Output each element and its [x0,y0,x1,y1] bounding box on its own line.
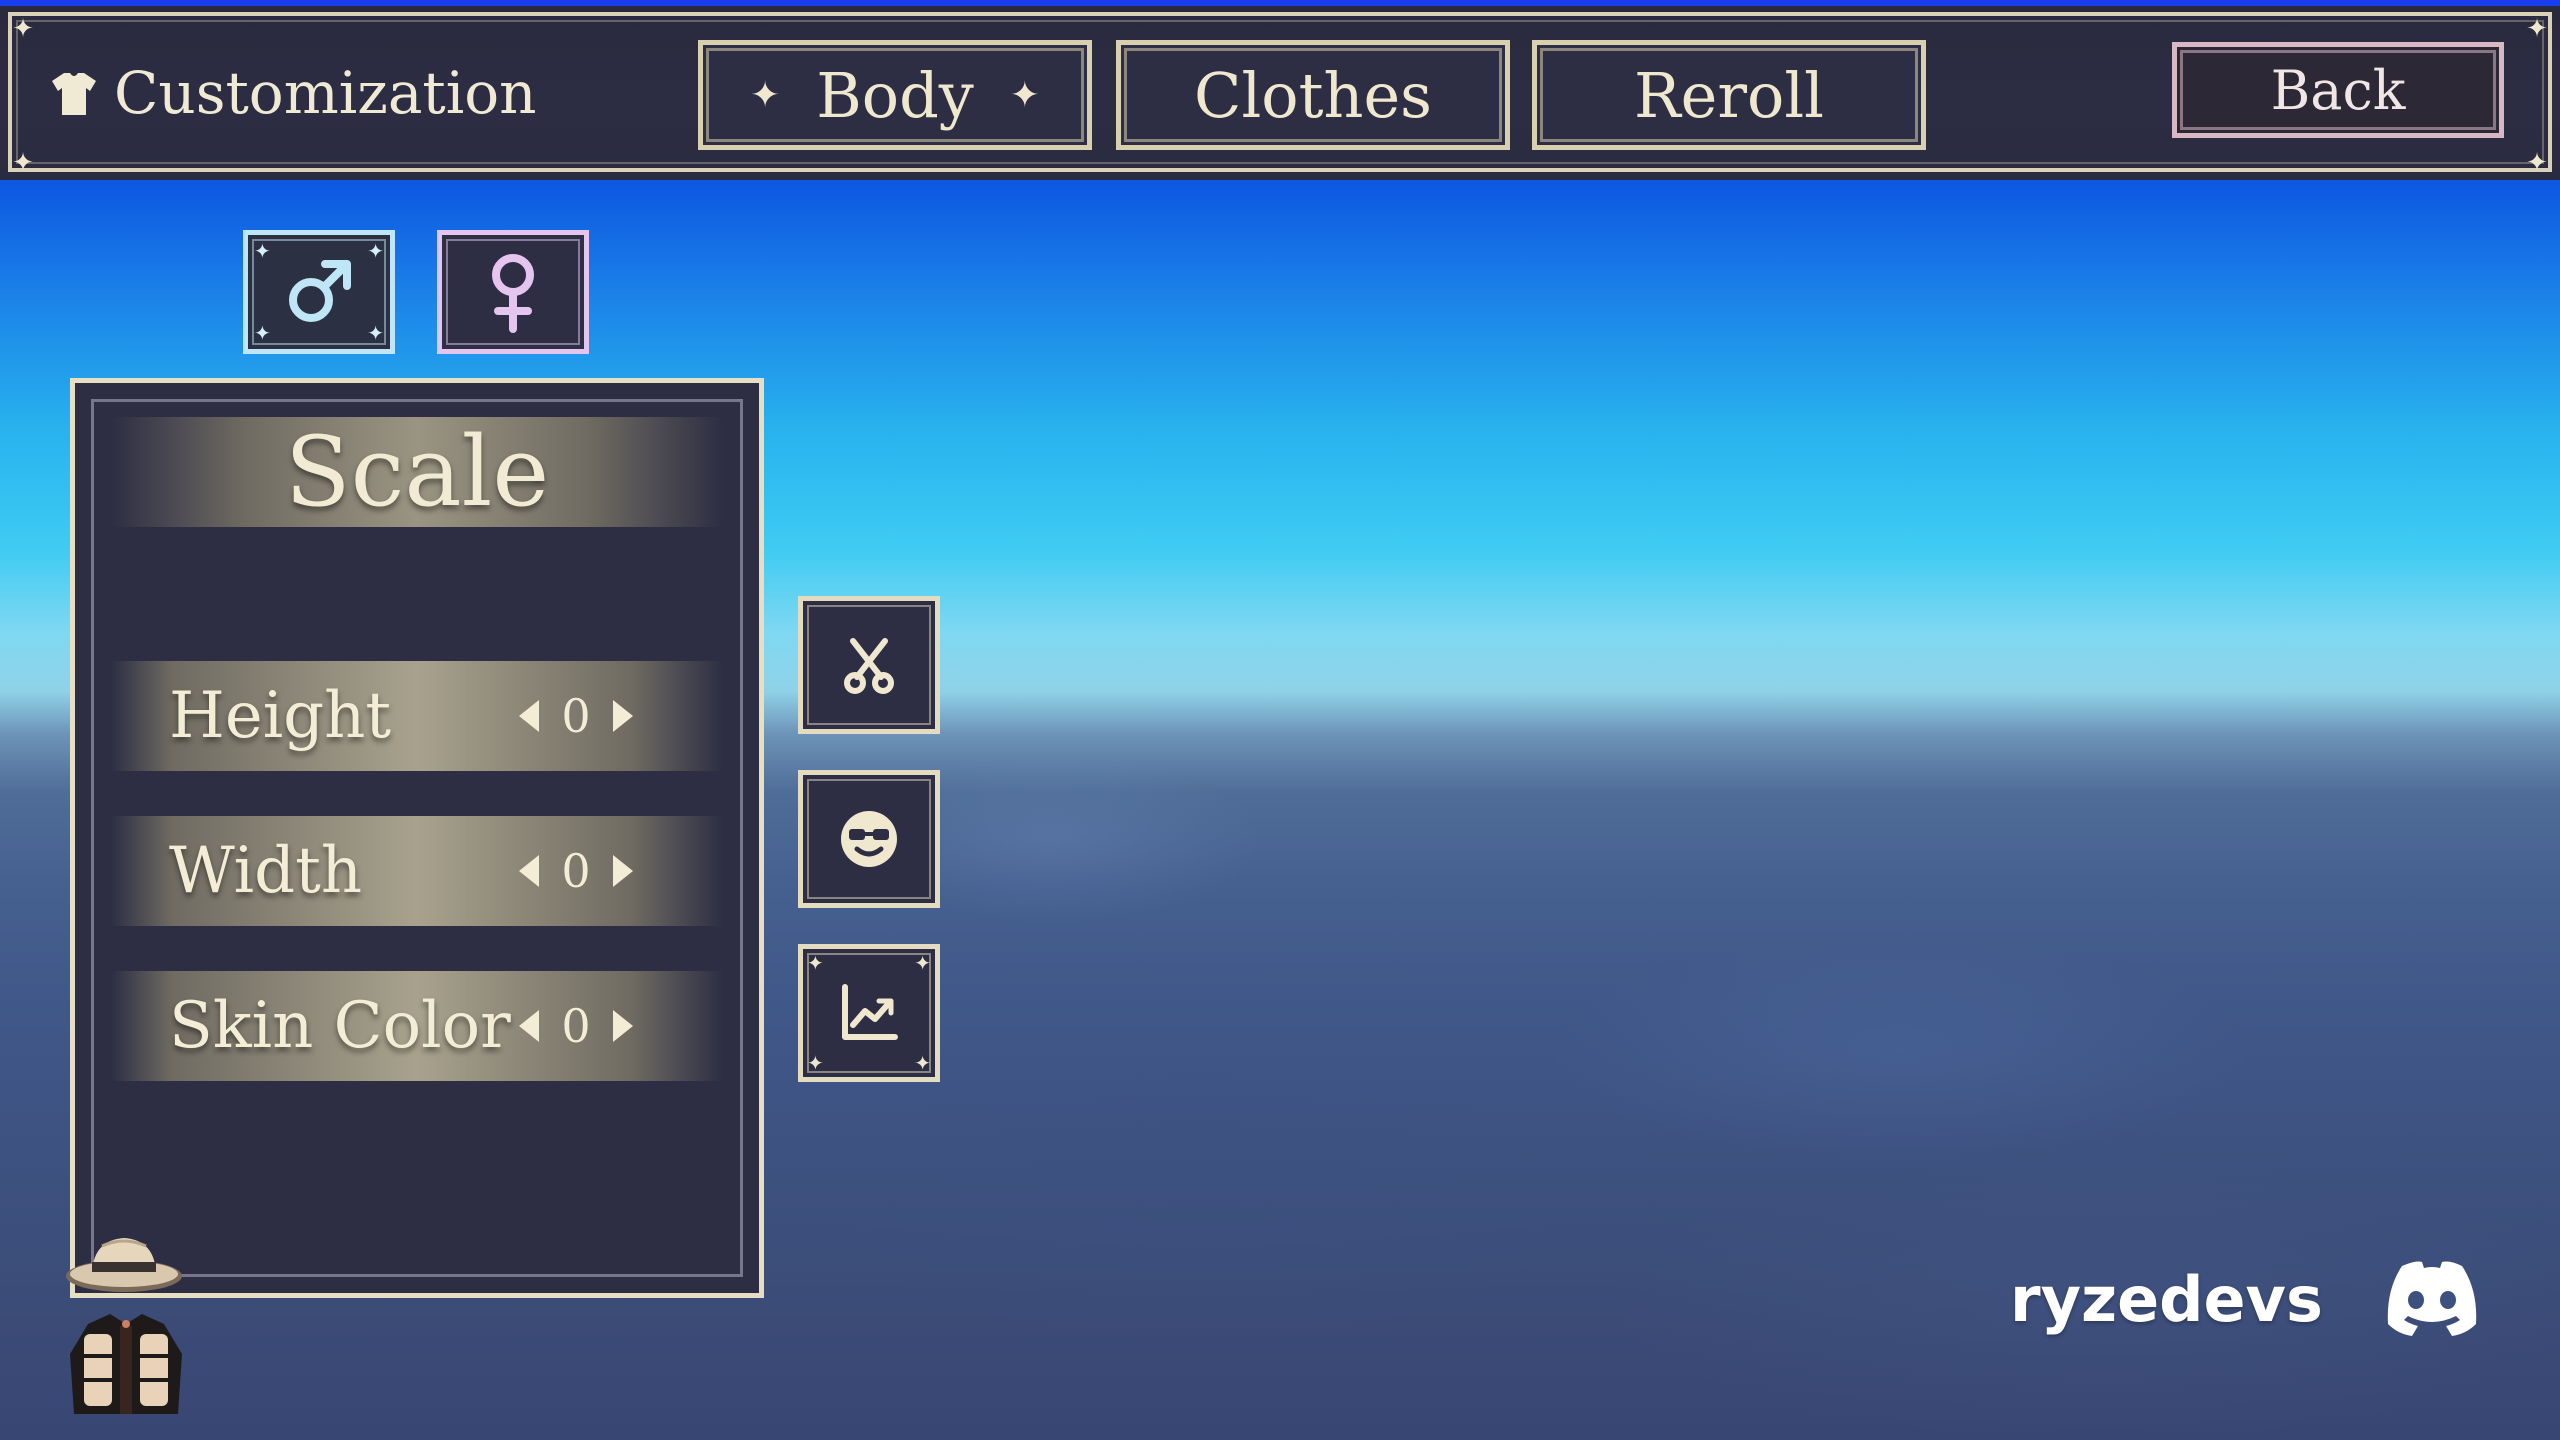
screen-title: Customization [48,58,537,128]
corner-sparkle-icon: ✦ [254,321,271,345]
option-label: Width [169,834,363,908]
corner-sparkle-icon: ✦ [12,14,34,44]
corner-sparkle-icon: ✦ [807,951,824,975]
corner-sparkle-icon: ✦ [914,1051,931,1075]
option-label: Skin Color [169,989,511,1063]
option-label: Height [169,679,392,753]
corner-sparkle-icon: ✦ [2526,148,2548,178]
arrow-left-icon[interactable] [515,851,545,891]
shirt-icon [52,73,96,115]
discord-icon[interactable] [2380,1258,2484,1338]
corner-sparkle-icon: ✦ [367,239,384,263]
watermark-text: ryzedevs [2010,1263,2323,1336]
corner-sparkle-icon: ✦ [254,239,271,263]
option-row-height: Height 0 [111,661,723,771]
corner-sparkle-icon: ✦ [12,148,34,178]
jacket-icon[interactable] [64,1310,188,1418]
top-bar: ✦ ✦ ✦ ✦ Customization ✦ Body ✦ Clothes R… [0,0,2560,180]
option-value: 0 [561,999,591,1053]
hair-button[interactable] [798,596,940,734]
corner-sparkle-icon: ✦ [914,951,931,975]
panel-title: Scale [111,416,723,528]
arrow-left-icon[interactable] [515,696,545,736]
stats-button[interactable]: ✦ ✦ ✦ ✦ [798,944,940,1082]
option-value: 0 [561,844,591,898]
corner-sparkle-icon: ✦ [2526,14,2548,44]
back-button-label: Back [2270,58,2406,122]
screen-title-label: Customization [114,59,537,127]
back-button[interactable]: Back [2172,42,2504,138]
tab-clothes[interactable]: Clothes [1116,40,1510,150]
panel-title-label: Scale [284,416,550,528]
arrow-right-icon[interactable] [607,851,637,891]
tab-reroll[interactable]: Reroll [1532,40,1926,150]
hat-icon[interactable] [62,1232,186,1296]
tab-body[interactable]: ✦ Body ✦ [698,40,1092,150]
arrow-right-icon[interactable] [607,1006,637,1046]
gender-male-button[interactable]: ✦ ✦ ✦ ✦ [243,230,395,354]
height-stepper: 0 [515,661,637,771]
corner-sparkle-icon: ✦ [367,321,384,345]
option-value: 0 [561,689,591,743]
sparkle-icon: ✦ [750,74,781,116]
face-button[interactable] [798,770,940,908]
tab-reroll-label: Reroll [1634,58,1824,132]
chart-icon [842,984,898,1040]
corner-sparkle-icon: ✦ [807,1051,824,1075]
female-symbol-icon [492,254,534,333]
male-symbol-icon [289,260,351,322]
sparkle-icon: ✦ [1009,74,1040,116]
option-row-width: Width 0 [111,816,723,926]
scissors-icon [844,638,894,694]
gender-female-button[interactable] [437,230,589,354]
face-glasses-icon [841,811,897,867]
scale-panel: Scale Height 0 Width 0 Skin Color 0 [70,378,764,1298]
option-row-skin-color: Skin Color 0 [111,971,723,1081]
width-stepper: 0 [515,816,637,926]
arrow-right-icon[interactable] [607,696,637,736]
tab-clothes-label: Clothes [1194,58,1432,132]
tab-body-label: Body [816,58,974,132]
arrow-left-icon[interactable] [515,1006,545,1046]
skin-color-stepper: 0 [515,971,637,1081]
